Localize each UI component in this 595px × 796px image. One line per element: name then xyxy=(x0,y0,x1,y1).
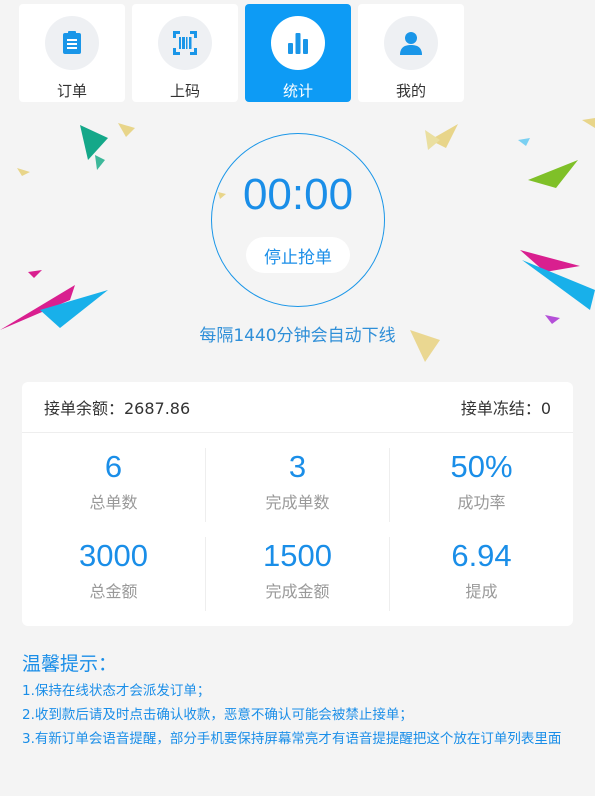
stat-commission: 6.94 提成 xyxy=(390,538,573,602)
nav-icon-circle xyxy=(384,16,438,70)
auto-offline-notice: 每隔1440分钟会自动下线 xyxy=(199,326,396,346)
stat-label: 总单数 xyxy=(89,493,138,512)
nav-item-statistics[interactable]: 统计 xyxy=(245,4,351,102)
order-balance: 接单余额：2687.86 xyxy=(44,399,191,418)
order-list-icon xyxy=(63,31,81,54)
tip-line-2: 2.收到款后请及时点击确认收款，恶意不确认可能会被禁止接单； xyxy=(22,707,413,723)
stat-success-rate: 50% 成功率 xyxy=(390,449,573,513)
stats-card: 接单余额：2687.86 接单冻结：0 6 总单数 3 完成单数 50% 成功率… xyxy=(22,382,573,626)
stat-value: 3000 xyxy=(79,538,148,573)
nav-item-orders[interactable]: 订单 xyxy=(19,4,125,102)
nav-label-upload-code: 上码 xyxy=(169,82,200,100)
stop-grabbing-button[interactable]: 停止抢单 xyxy=(246,237,350,273)
stat-value: 1500 xyxy=(263,538,332,573)
stat-total-amount: 3000 总金额 xyxy=(22,538,205,602)
nav-icon-circle xyxy=(271,16,325,70)
nav-item-profile[interactable]: 我的 xyxy=(358,4,464,102)
top-nav: 订单 上码 统计 我的 xyxy=(19,4,464,102)
stat-completed-amount: 1500 完成金额 xyxy=(206,538,389,602)
nav-item-upload-code[interactable]: 上码 xyxy=(132,4,238,102)
nav-icon-circle xyxy=(158,16,212,70)
stat-total-orders: 6 总单数 xyxy=(22,449,205,513)
order-frozen: 接单冻结：0 xyxy=(460,399,551,418)
tips-title: 温馨提示： xyxy=(22,653,118,675)
stat-label: 提成 xyxy=(465,582,498,601)
stat-label: 成功率 xyxy=(457,493,506,512)
nav-label-orders: 订单 xyxy=(56,82,87,100)
stat-value: 6 xyxy=(104,449,123,484)
stat-value: 3 xyxy=(288,449,307,484)
stats-card-header: 接单余额：2687.86 接单冻结：0 xyxy=(22,382,573,433)
bar-chart-icon xyxy=(288,33,308,54)
nav-label-statistics: 统计 xyxy=(282,82,313,100)
qrcode-icon xyxy=(173,31,197,55)
nav-label-profile: 我的 xyxy=(395,82,426,100)
tip-line-3: 3.有新订单会语音提醒，部分手机要保持屏幕常亮才有语音提提醒把这个放在订单列表里… xyxy=(22,731,562,747)
timer-ring xyxy=(211,133,385,307)
stat-label: 总金额 xyxy=(89,582,138,601)
nav-icon-circle xyxy=(45,16,99,70)
stat-completed-orders: 3 完成单数 xyxy=(206,449,389,513)
timer-display: 00:00 xyxy=(242,170,354,219)
user-icon xyxy=(400,32,422,55)
stat-value: 6.94 xyxy=(451,538,512,573)
tip-line-1: 1.保持在线状态才会派发订单； xyxy=(22,683,211,699)
stat-value: 50% xyxy=(450,449,513,484)
stat-label: 完成金额 xyxy=(265,582,330,601)
stat-label: 完成单数 xyxy=(265,493,330,512)
